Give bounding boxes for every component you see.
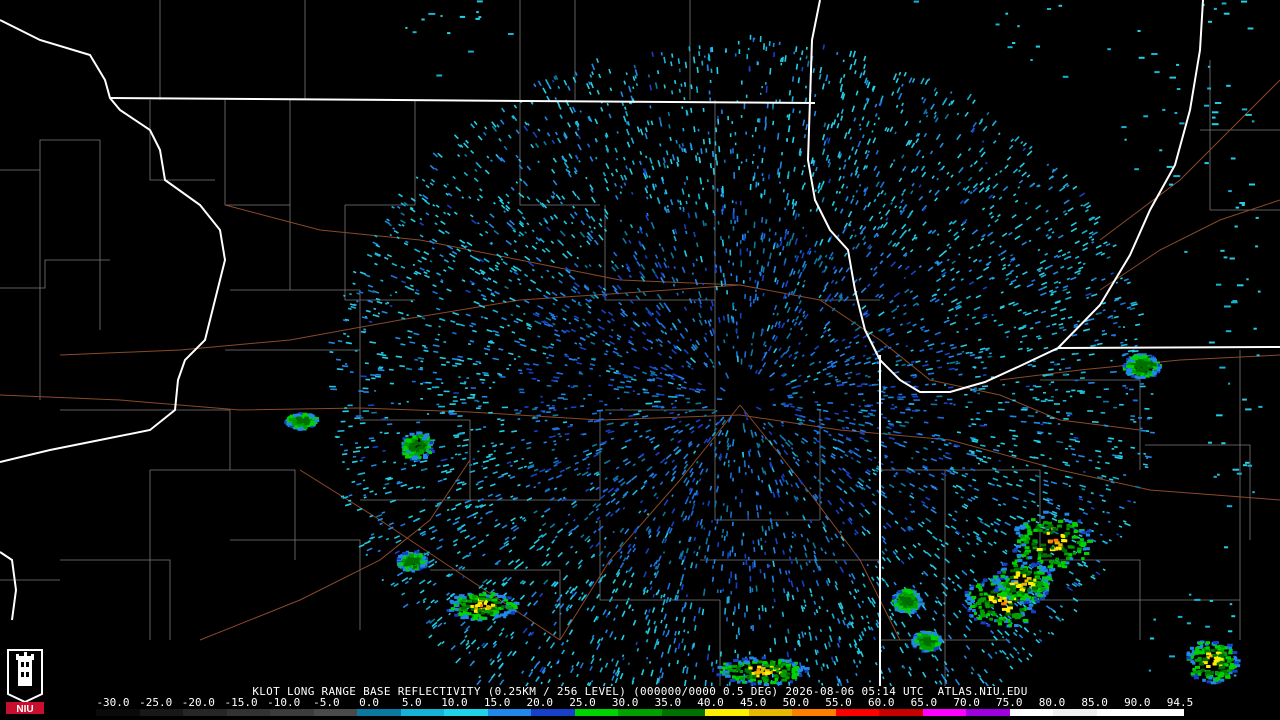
- scale-label: -10.0: [267, 696, 301, 709]
- scale-label: -25.0: [139, 696, 173, 709]
- niu-logo-tower: [16, 652, 34, 686]
- scale-swatch: [792, 709, 836, 716]
- scale-label: 0.0: [359, 696, 380, 709]
- scale-label: -5.0: [313, 696, 340, 709]
- niu-logo-text: NIU: [16, 704, 33, 715]
- scale-swatch: [922, 709, 967, 716]
- scale-label: 75.0: [996, 696, 1023, 709]
- scale-swatch: [1053, 709, 1097, 716]
- scale-swatch: [835, 709, 880, 716]
- scale-swatch: [879, 709, 923, 716]
- scale-label: 70.0: [953, 696, 980, 709]
- scale-swatch: [139, 709, 184, 716]
- scale-swatch: [226, 709, 271, 716]
- scale-label: 25.0: [569, 696, 596, 709]
- scale-label: 40.0: [697, 696, 724, 709]
- scale-label: 60.0: [867, 696, 895, 709]
- scale-label: 15.0: [483, 696, 511, 709]
- scale-swatch: [313, 709, 358, 716]
- indiana-michigan-border: [1057, 346, 1280, 349]
- scale-swatch: [96, 709, 140, 716]
- scale-label: 85.0: [1081, 696, 1108, 709]
- scale-swatch: [1009, 709, 1054, 716]
- scale-label: 65.0: [910, 696, 938, 709]
- scale-label: -20.0: [181, 696, 215, 709]
- scale-label: -30.0: [96, 696, 130, 709]
- scale-label: 90.0: [1124, 696, 1151, 709]
- scale-swatch: [531, 709, 575, 716]
- scale-swatch: [1096, 709, 1141, 716]
- scale-swatch: [270, 709, 314, 716]
- scale-label: 50.0: [782, 696, 810, 709]
- scale-swatch: [357, 709, 401, 716]
- color-scale-labels: -30.0 -25.0 -20.0 -15.0 -10.0 -5.0 0.0 5.0 10.0 1…: [95, 697, 1195, 708]
- scale-swatch: [444, 709, 488, 716]
- scale-label: 94.5: [1166, 696, 1194, 709]
- scale-label: 10.0: [441, 696, 468, 709]
- niu-logo: NIU: [4, 646, 46, 716]
- scale-label: 45.0: [739, 696, 767, 709]
- scale-swatch: [748, 709, 793, 716]
- scale-swatch: [705, 709, 749, 716]
- scale-swatch: [487, 709, 532, 716]
- radar-map: [0, 0, 1280, 686]
- scale-swatch: [400, 709, 445, 716]
- scale-label: 80.0: [1038, 696, 1066, 709]
- scale-label: 55.0: [825, 696, 852, 709]
- scale-swatch: [966, 709, 1010, 716]
- scale-swatch: [183, 709, 227, 716]
- scale-label: -15.0: [224, 696, 258, 709]
- scale-swatch: [661, 709, 706, 716]
- scale-label: 35.0: [654, 696, 682, 709]
- scale-label: 20.0: [526, 696, 554, 709]
- scale-swatch: [618, 709, 662, 716]
- color-scale-bar: [96, 709, 1184, 716]
- scale-label: 30.0: [611, 696, 639, 709]
- scale-swatch: [574, 709, 619, 716]
- scale-label: 5.0: [401, 696, 422, 709]
- scale-swatch: [1140, 709, 1184, 716]
